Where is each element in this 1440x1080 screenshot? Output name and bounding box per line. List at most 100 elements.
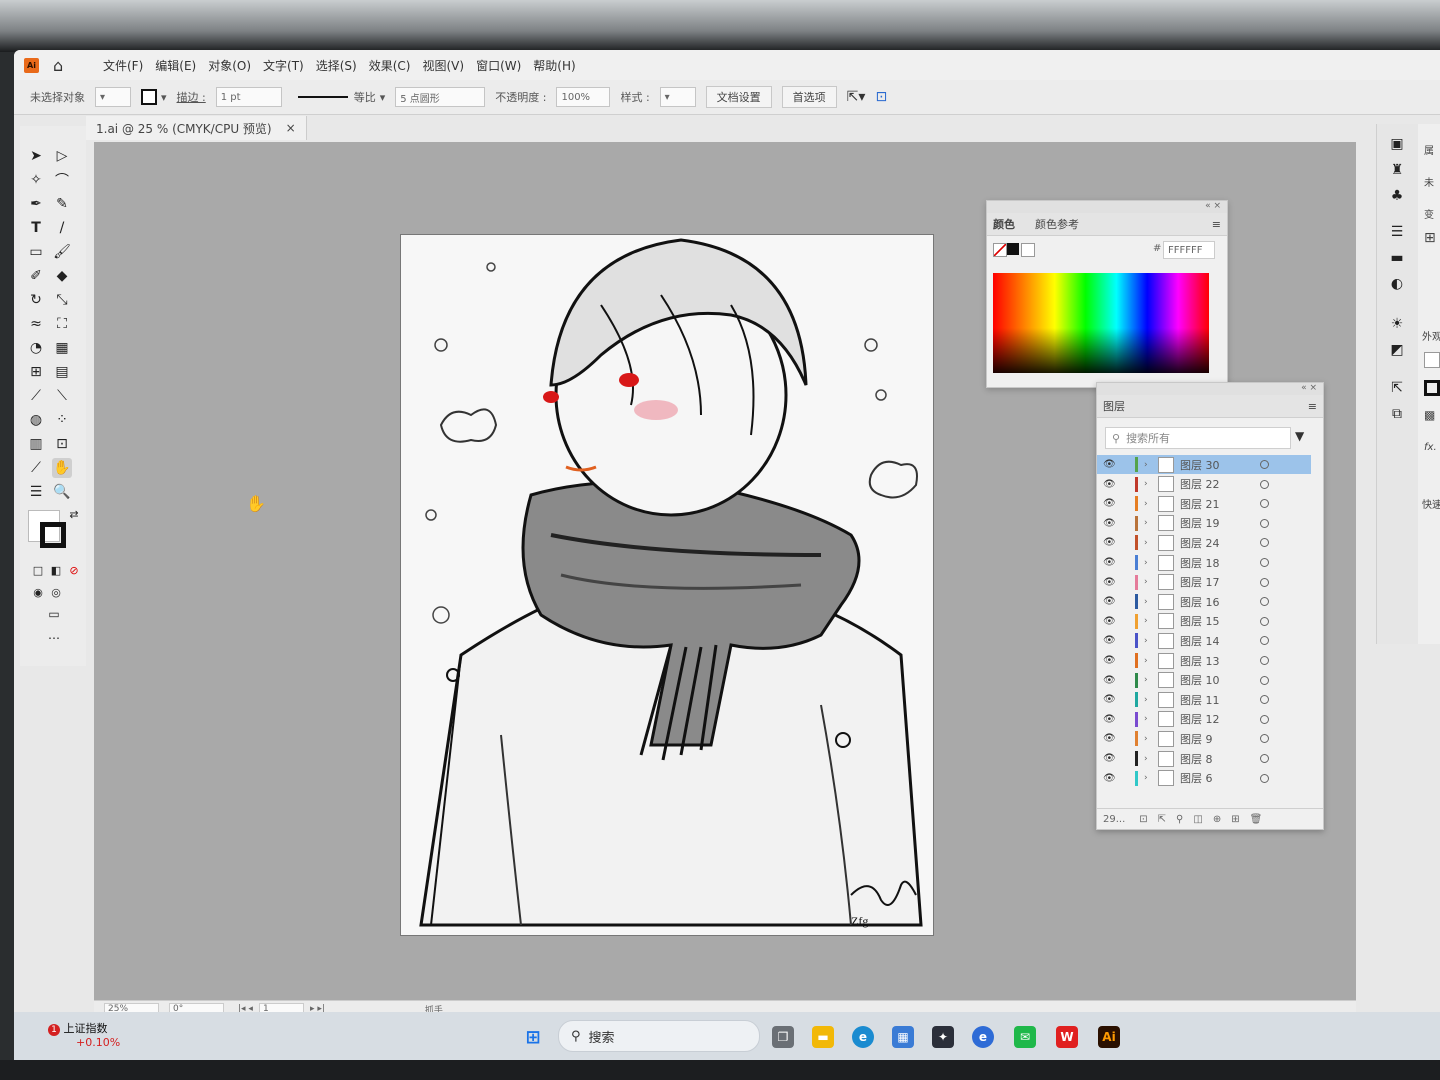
document-setup-button[interactable]: 文档设置	[705, 86, 772, 108]
layer-name[interactable]: 图层 11	[1180, 692, 1250, 708]
expand-chevron-icon[interactable]: ›	[1144, 695, 1154, 705]
wps-icon[interactable]: W	[1056, 1026, 1078, 1048]
close-tab-icon[interactable]: ×	[286, 121, 296, 135]
expand-chevron-icon[interactable]: ›	[1144, 577, 1154, 587]
menu-type[interactable]: 文字(T)	[263, 57, 304, 74]
rotate-tool-icon[interactable]: ↻	[26, 290, 46, 310]
target-circle-icon[interactable]	[1260, 518, 1269, 528]
export-icon[interactable]: ⇱	[1158, 814, 1166, 825]
artboard-tool-icon[interactable]: ⊡	[52, 434, 72, 454]
lasso-tool-icon[interactable]: ⌒	[52, 170, 72, 190]
file-explorer-icon[interactable]: ▬	[812, 1026, 834, 1048]
artboard[interactable]: Zfg	[400, 234, 934, 936]
eraser-tool-icon[interactable]: ◆	[52, 266, 72, 286]
color-spectrum[interactable]	[993, 273, 1209, 373]
visibility-eye-icon[interactable]: 👁	[1103, 675, 1116, 686]
visibility-eye-icon[interactable]: 👁	[1103, 459, 1116, 470]
layer-name[interactable]: 图层 17	[1180, 574, 1250, 590]
menu-file[interactable]: 文件(F)	[103, 57, 143, 74]
tab-color[interactable]: 颜色	[993, 216, 1015, 232]
stroke-swatch[interactable]: ▾	[141, 89, 167, 105]
black-swatch-icon[interactable]	[1007, 243, 1019, 255]
appearance-panel-icon[interactable]: ☀	[1387, 314, 1407, 334]
expand-chevron-icon[interactable]: ›	[1144, 656, 1154, 666]
layer-name[interactable]: 图层 21	[1180, 496, 1250, 512]
start-icon[interactable]: ⊞	[522, 1026, 544, 1048]
none-mode-icon[interactable]: ⊘	[64, 560, 84, 580]
pen-tool-icon[interactable]: ✒	[26, 194, 46, 214]
visibility-eye-icon[interactable]: 👁	[1103, 655, 1116, 666]
expand-chevron-icon[interactable]: ›	[1144, 597, 1154, 607]
layer-row[interactable]: 👁 › 图层 17	[1097, 573, 1311, 592]
hex-input[interactable]: FFFFFF	[1163, 241, 1215, 259]
layer-row[interactable]: 👁 › 图层 15	[1097, 612, 1311, 631]
paintbrush-tool-icon[interactable]: 🖌	[52, 242, 72, 262]
layer-row[interactable]: 👁 › 图层 6	[1097, 769, 1311, 788]
visibility-eye-icon[interactable]: 👁	[1103, 596, 1116, 607]
draw-normal-icon[interactable]: ◉	[28, 582, 48, 602]
layer-row[interactable]: 👁 › 图层 11	[1097, 690, 1311, 709]
draw-behind-icon[interactable]: ◎	[46, 582, 66, 602]
shaper-tool-icon[interactable]: ✐	[26, 266, 46, 286]
symbols-icon[interactable]: ♜	[1387, 160, 1407, 180]
brush-dropdown[interactable]: 5 点圆形	[395, 87, 486, 107]
stroke-label[interactable]: 描边 :	[177, 89, 206, 105]
visibility-eye-icon[interactable]: 👁	[1103, 479, 1116, 490]
target-circle-icon[interactable]	[1260, 460, 1269, 469]
layer-name[interactable]: 图层 30	[1180, 457, 1250, 473]
visibility-eye-icon[interactable]: 👁	[1103, 518, 1116, 529]
target-circle-icon[interactable]	[1260, 538, 1269, 548]
opacity-checker-icon[interactable]: ▩	[1424, 408, 1435, 422]
eyedropper-tool-icon[interactable]: ⟋	[26, 386, 46, 406]
locate-object-icon[interactable]: ⚲	[1176, 814, 1183, 825]
expand-chevron-icon[interactable]: ›	[1144, 518, 1154, 528]
collect-export-icon[interactable]: ⊡	[1139, 814, 1147, 825]
graph-tool-icon[interactable]: ▥	[26, 434, 46, 454]
scale-tool-icon[interactable]: ⤡	[52, 290, 72, 310]
magic-wand-tool-icon[interactable]: ✧	[26, 170, 46, 190]
layer-name[interactable]: 图层 13	[1180, 653, 1250, 669]
visibility-eye-icon[interactable]: 👁	[1103, 714, 1116, 725]
layer-row[interactable]: 👁 › 图层 18	[1097, 553, 1311, 572]
measure-tool-icon[interactable]: ⟍	[52, 386, 72, 406]
layer-name[interactable]: 图层 6	[1180, 770, 1250, 786]
gradient-mode-icon[interactable]: ◧	[46, 560, 66, 580]
taskbar-search[interactable]: ⚲ 搜索	[558, 1020, 760, 1052]
layer-row[interactable]: 👁 › 图层 30	[1097, 455, 1311, 474]
appearance-stroke-icon[interactable]	[1424, 380, 1440, 396]
target-circle-icon[interactable]	[1260, 597, 1269, 607]
new-layer-icon[interactable]: ⊞	[1231, 814, 1239, 825]
visibility-eye-icon[interactable]: 👁	[1103, 773, 1116, 784]
rectangle-tool-icon[interactable]: ▭	[26, 242, 46, 262]
expand-chevron-icon[interactable]: ›	[1144, 675, 1154, 685]
panel-collapse-icon[interactable]: « ×	[987, 201, 1227, 213]
selection-tool-icon[interactable]: ➤	[26, 146, 46, 166]
target-circle-icon[interactable]	[1260, 754, 1269, 763]
target-circle-icon[interactable]	[1260, 773, 1269, 783]
slice-tool-icon[interactable]: ⟋	[26, 458, 46, 478]
layer-name[interactable]: 图层 16	[1180, 594, 1250, 610]
style-dropdown[interactable]: ▾	[659, 87, 696, 107]
visibility-eye-icon[interactable]: 👁	[1103, 498, 1116, 509]
illustrator-taskbar-icon[interactable]: Ai	[1098, 1026, 1120, 1048]
export-asset-icon[interactable]: ⇱	[1387, 378, 1407, 398]
new-sublayer-icon[interactable]: ⊕	[1213, 814, 1221, 825]
chat-app-icon[interactable]: ✉	[1014, 1026, 1036, 1048]
edit-toolbar-icon[interactable]: ☰	[26, 482, 46, 502]
layer-name[interactable]: 图层 9	[1180, 731, 1250, 747]
grid-icon[interactable]: ⊞	[1424, 230, 1436, 246]
filter-icon[interactable]: ▼	[1295, 429, 1304, 443]
stock-widget[interactable]: 1 上证指数 +0.10%	[48, 1020, 120, 1049]
shape-builder-tool-icon[interactable]: ◔	[26, 338, 46, 358]
target-circle-icon[interactable]	[1260, 558, 1269, 567]
tab-color-guide[interactable]: 颜色参考	[1035, 216, 1079, 232]
home-icon[interactable]: ⌂	[53, 56, 73, 75]
graphic-styles-icon[interactable]: ◩	[1387, 340, 1407, 360]
arrange-icon[interactable]: ⇱▾	[847, 89, 866, 105]
target-circle-icon[interactable]	[1260, 577, 1269, 587]
artboards-panel-icon[interactable]: ⧉	[1387, 404, 1407, 424]
visibility-eye-icon[interactable]: 👁	[1103, 694, 1116, 705]
layer-name[interactable]: 图层 18	[1180, 555, 1250, 571]
direct-selection-tool-icon[interactable]: ▷	[52, 146, 72, 166]
make-clip-mask-icon[interactable]: ◫	[1193, 814, 1202, 825]
